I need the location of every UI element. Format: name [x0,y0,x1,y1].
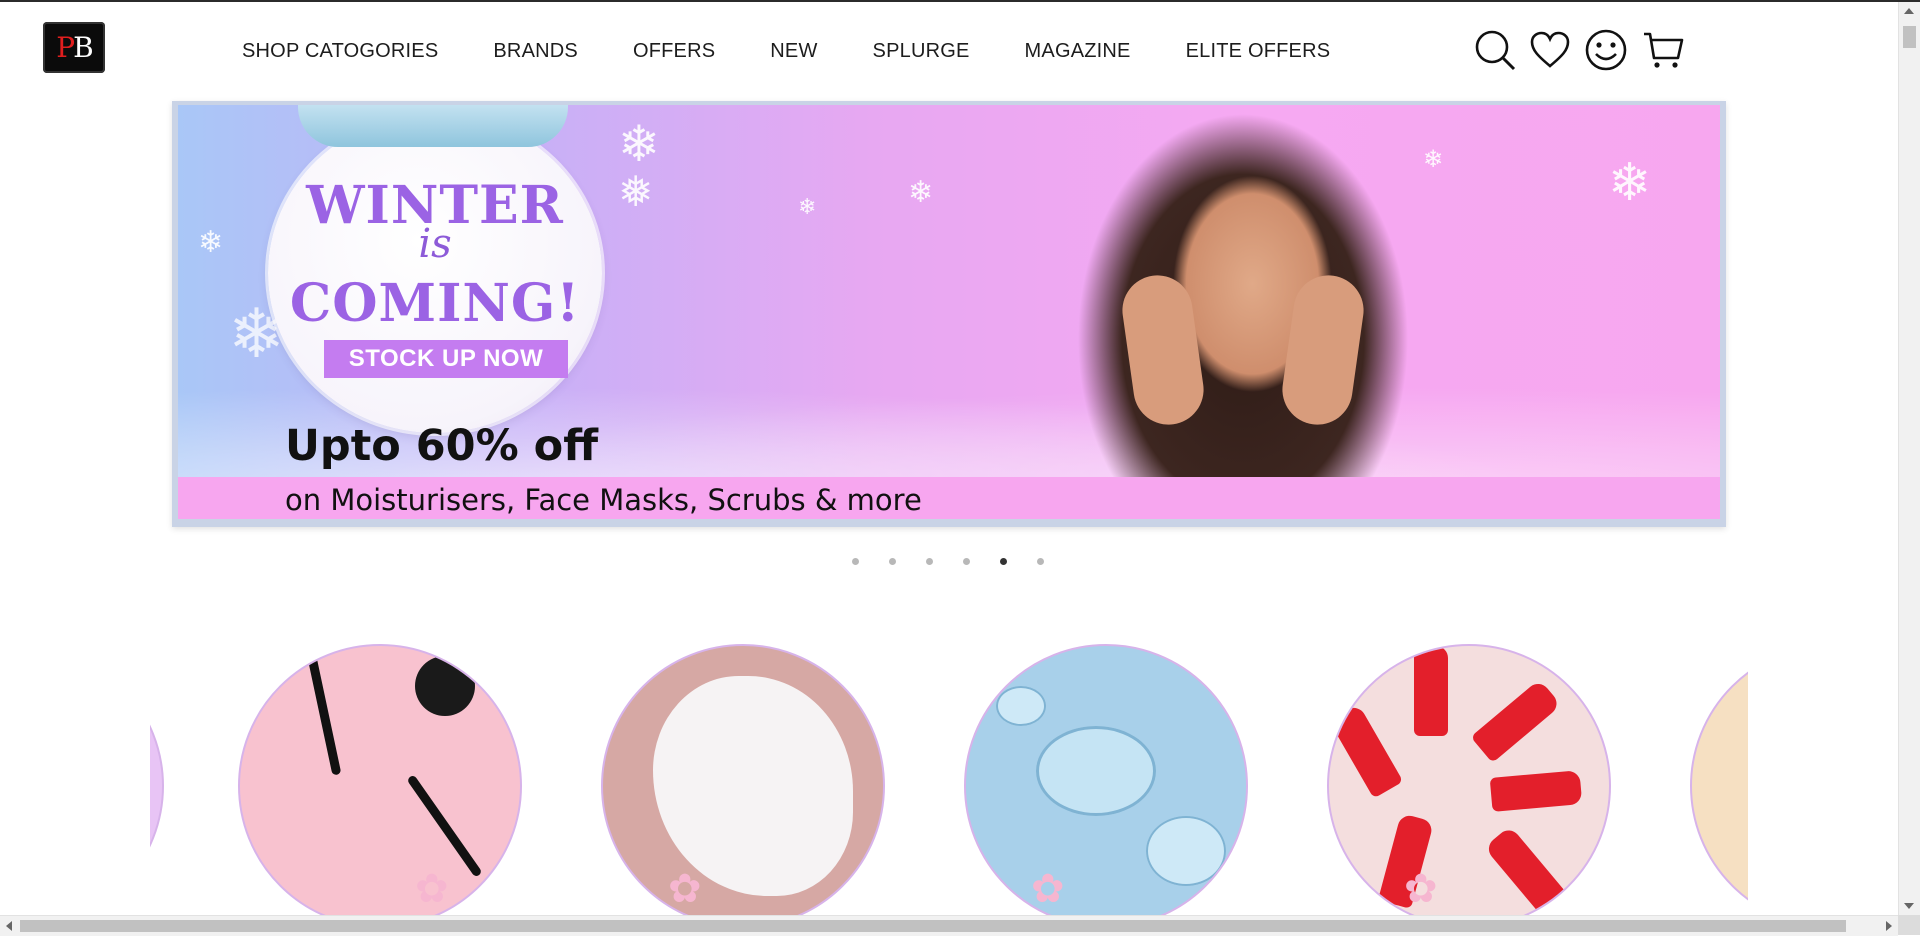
model-photo [1008,105,1478,519]
snowflake-icon: ❄ [618,115,660,173]
lipstick [1470,679,1562,763]
snowflake-icon: ❄ [798,195,817,220]
gel-drop [996,686,1046,726]
badge-coming-text: COMING! [289,273,581,334]
carousel-dot[interactable] [926,558,933,565]
scrollbar-corner [1898,915,1920,935]
snowflake-icon: ❄ [198,225,224,260]
cream-swirl [653,676,853,896]
vertical-scrollbar[interactable] [1898,2,1920,915]
cart-icon[interactable] [1642,30,1684,70]
nav-new[interactable]: NEW [770,40,817,63]
ice-cap [298,105,568,147]
snowflake-icon: ❄ [908,175,934,210]
carousel-dot[interactable] [852,558,859,565]
lipstick [1484,825,1568,915]
winter-badge: WINTER is COMING! STOCK UP NOW [268,105,602,433]
carousel-dot[interactable] [1037,558,1044,565]
carousel-dots [852,558,1074,565]
search-icon[interactable] [1474,29,1516,71]
scroll-up-arrow-icon[interactable] [1904,8,1914,14]
nav-magazine[interactable]: MAGAZINE [1025,40,1131,63]
header-actions [1474,28,1698,72]
nav-elite-offers[interactable]: ELITE OFFERS [1186,40,1331,63]
nav-offers[interactable]: OFFERS [633,40,715,63]
brand-logo[interactable]: PB [43,22,105,73]
promo-headline: Upto 60% off [285,421,599,471]
badge-is-text: is [418,221,452,267]
hero-banner[interactable]: ❄ ❅ ❄ ❄ ❄ ❄ ❄ ❄ WINTER is COMING! STOCK … [172,101,1726,527]
category-foundation[interactable] [1690,644,1748,915]
lipstick [1414,646,1448,736]
category-cream[interactable]: ✿ [601,644,885,915]
model-hand [1117,270,1209,430]
category-carousel: ✿ ✿ ✿ ✿ [150,640,1748,915]
model-hand [1277,270,1369,430]
eyeliner-pen [307,656,342,776]
heart-icon[interactable] [1530,31,1570,69]
logo-letter-b: B [73,31,94,64]
blossom-icon: ✿ [668,866,702,912]
gel-drop [1146,816,1226,886]
vertical-scroll-thumb[interactable] [1903,26,1916,48]
promo-subtext: on Moisturisers, Face Masks, Scrubs & mo… [285,483,922,517]
snowflake-icon: ❅ [618,167,654,216]
carousel-dot[interactable] [889,558,896,565]
blossom-icon: ✿ [415,866,449,912]
blossom-icon: ✿ [1404,866,1438,912]
scroll-left-arrow-icon[interactable] [6,921,12,931]
lipstick [1329,703,1404,799]
category-lipsticks[interactable]: ✿ [1327,644,1611,915]
lipstick [1489,770,1583,812]
category-purple-product[interactable] [150,644,164,915]
nav-brands[interactable]: BRANDS [493,40,578,63]
scroll-down-arrow-icon[interactable] [1904,903,1914,909]
nav-shop-categories[interactable]: SHOP CATOGORIES [242,40,438,63]
carousel-dot[interactable] [1000,558,1007,565]
gel-drop [1036,726,1156,816]
eyeliner-pen [406,774,483,878]
scroll-right-arrow-icon[interactable] [1886,921,1892,931]
smiley-account-icon[interactable] [1584,28,1628,72]
eyeliner-cap [415,656,475,716]
category-gel-drops[interactable]: ✿ [964,644,1248,915]
carousel-dot[interactable] [963,558,970,565]
horizontal-scrollbar[interactable] [0,915,1898,936]
category-eyeliner[interactable]: ✿ [238,644,522,915]
nav-splurge[interactable]: SPLURGE [873,40,970,63]
blossom-icon: ✿ [1031,866,1065,912]
main-nav: SHOP CATOGORIES BRANDS OFFERS NEW SPLURG… [242,40,1385,63]
site-header: PB SHOP CATOGORIES BRANDS OFFERS NEW SPL… [0,2,1898,98]
logo-letter-p: P [56,31,75,64]
snowflake-icon: ❄ [1608,153,1652,213]
stock-up-cta[interactable]: STOCK UP NOW [324,340,568,378]
horizontal-scroll-thumb[interactable] [20,920,1846,932]
